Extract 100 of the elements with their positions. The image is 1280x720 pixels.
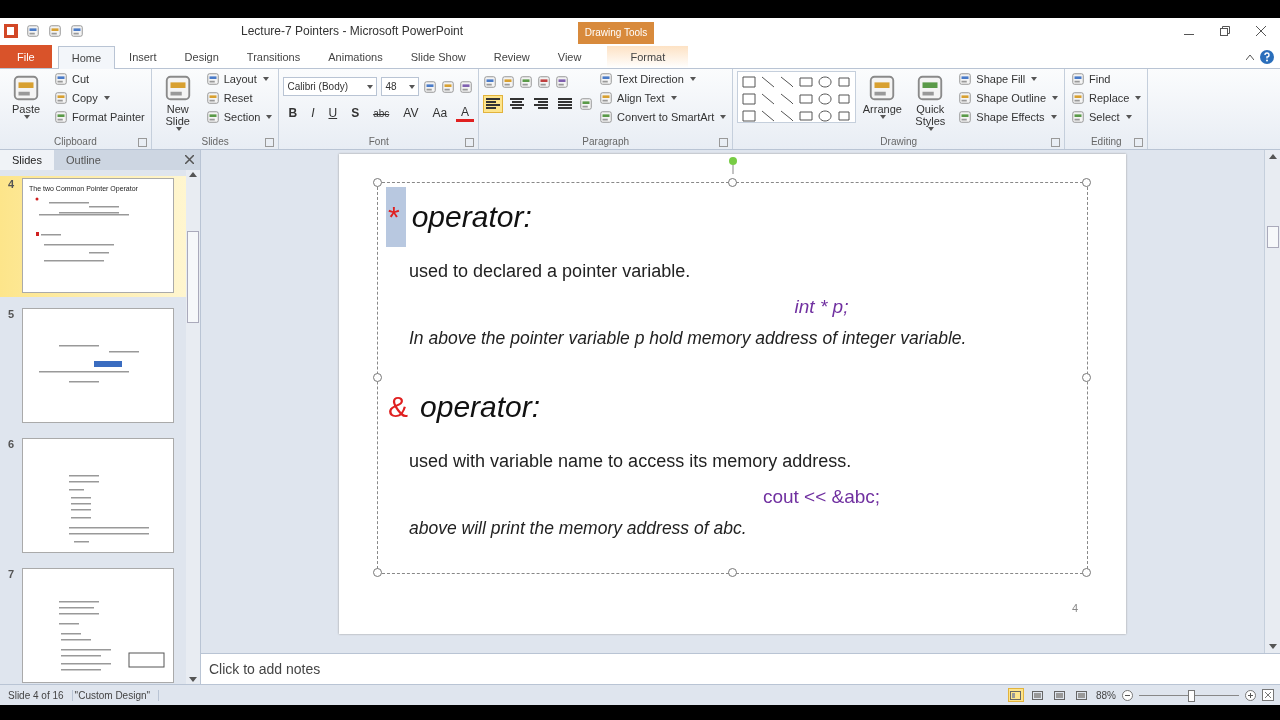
ribbon-button[interactable]: Text Direction [597,71,729,87]
rotate-handle[interactable] [727,156,738,174]
ribbon-button[interactable]: Convert to SmartArt [597,109,729,125]
dialog-launcher-icon[interactable] [137,138,147,147]
panel-tab[interactable]: Slides [0,150,54,170]
ribbon-tab[interactable]: View [543,45,596,68]
font-name-field[interactable]: Calibri (Body) [283,77,378,96]
dialog-launcher-icon[interactable] [1134,138,1144,147]
view-button[interactable] [1030,688,1046,702]
ribbon-tab[interactable]: Animations [314,45,397,68]
caret-icon [24,115,30,120]
dialog-launcher-icon[interactable] [719,138,729,147]
format-button[interactable]: A [456,104,475,122]
resize-handle[interactable] [1082,373,1091,382]
ribbon-tab[interactable]: File [0,45,52,68]
zoom-level[interactable]: 88% [1096,689,1116,701]
format-button[interactable]: S [346,105,365,121]
ribbon-button[interactable]: Paste [4,71,48,135]
caret-icon [928,127,935,132]
caret-icon [1050,115,1057,119]
ribbon-button[interactable]: Copy [52,90,147,106]
ribbon-button[interactable]: Shape Fill [956,71,1061,87]
close-icon[interactable] [185,155,194,164]
ribbon-button[interactable]: Arrange [860,71,905,135]
collapse-ribbon-icon[interactable] [1246,54,1254,60]
shape-icon[interactable] [760,92,777,106]
slide-heading: operator: [411,200,532,234]
resize-handle[interactable] [373,568,382,577]
view-button[interactable] [1052,688,1068,702]
ribbon-tab[interactable]: Review [479,45,544,68]
notes-placeholder[interactable]: Click to add notes [209,661,321,677]
slide-number: 6 [8,438,16,452]
scroll-up-icon[interactable] [1268,154,1277,159]
resize-handle[interactable] [1082,178,1091,187]
ribbon-tab[interactable]: Design [170,45,233,68]
font-size-field[interactable]: 48 [381,77,420,96]
ribbon-button[interactable]: Align Text [597,90,729,106]
ribbon-button[interactable]: Layout [203,71,275,87]
ribbon-button[interactable]: Shape Effects [956,109,1061,125]
group-label: Editing [1090,135,1122,149]
scrollbar-thumb[interactable] [187,231,199,323]
zoom-in-icon[interactable] [1245,689,1256,701]
format-button[interactable]: B [283,105,303,121]
format-button[interactable]: AV [398,105,424,121]
zoom-out-icon[interactable] [1122,689,1133,701]
format-button[interactable]: Aa [427,105,453,121]
format-button[interactable]: abc [368,106,395,120]
dialog-launcher-icon[interactable] [265,138,275,147]
dialog-launcher-icon[interactable] [465,138,475,147]
caret-icon [1135,96,1142,100]
ribbon-button[interactable]: Find [1069,71,1144,87]
ribbon-tab[interactable]: Format [607,45,689,68]
shape-icon[interactable] [817,109,834,123]
resize-handle[interactable] [727,178,737,187]
help-icon[interactable] [1260,50,1274,64]
caret-icon [262,77,269,81]
shape-icon[interactable] [779,109,796,123]
resize-handle[interactable] [373,373,382,382]
ribbon-button[interactable]: Replace [1069,90,1144,106]
ribbon-button[interactable]: Select [1069,109,1144,125]
ribbon-tab[interactable]: Insert [115,45,171,68]
ribbon-button[interactable]: New Slide [155,71,200,135]
scrollbar-thumb[interactable] [1266,225,1279,248]
scroll-up-icon[interactable] [189,172,197,177]
dialog-launcher-icon[interactable] [1051,138,1061,147]
format-button[interactable]: I [306,105,320,121]
resize-handle[interactable] [1082,568,1091,577]
view-button[interactable] [1074,688,1090,702]
command-icon [1071,72,1086,86]
ribbon-button[interactable]: Section [203,109,275,125]
shape-icon[interactable] [760,75,777,89]
shape-icon[interactable] [817,92,834,106]
ribbon-button[interactable]: Reset [203,90,275,106]
resize-handle[interactable] [727,568,737,577]
shape-icon[interactable] [817,75,834,89]
scroll-down-icon[interactable] [1268,644,1277,649]
slide-number: 4 [8,178,16,192]
format-button[interactable]: U [323,105,343,121]
ribbon-button[interactable]: Format Painter [52,109,147,125]
command-icon [11,73,41,103]
ribbon-button[interactable]: Cut [52,71,147,87]
shape-icon[interactable] [779,92,796,106]
shape-icon[interactable] [779,75,796,89]
ribbon-tab[interactable]: Transitions [232,45,315,68]
ribbon-button[interactable]: Shape Outline [956,90,1061,106]
caret-icon [103,96,110,100]
restore-icon[interactable] [1220,26,1230,36]
close-icon[interactable] [1256,26,1266,36]
view-button[interactable] [1008,688,1024,702]
fit-slide-icon[interactable] [1262,689,1274,701]
shape-icon[interactable] [760,109,777,123]
ribbon-tab[interactable]: Slide Show [396,45,480,68]
ribbon-button[interactable]: Quick Styles [908,71,953,135]
caret-icon [266,115,273,119]
shapes-gallery[interactable] [737,71,857,123]
zoom-slider[interactable] [1188,689,1195,702]
resize-handle[interactable] [373,178,382,187]
scroll-down-icon[interactable] [189,677,197,682]
ribbon-tab[interactable]: Home [57,46,116,69]
align-button[interactable] [483,95,504,113]
